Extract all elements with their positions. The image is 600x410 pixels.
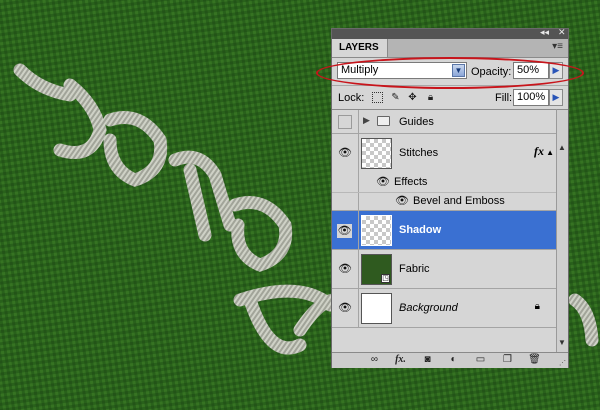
layers-scrollbar[interactable]: ▲ ▼: [556, 109, 568, 352]
row-separator: [358, 211, 359, 249]
layer-thumbnail: ◳: [361, 254, 392, 285]
eye-icon[interactable]: 👁︎: [337, 224, 352, 238]
panel-menu-icon[interactable]: ▾≡: [552, 41, 563, 52]
opacity-label: Opacity:: [471, 66, 512, 78]
layers-bottom-toolbar: ∞ fx. ◙ ◐ ▭ ❐ 🗑︎ ⋰: [332, 352, 568, 368]
eye-icon[interactable]: 👁︎: [338, 263, 352, 275]
add-layer-style-fx-icon[interactable]: fx.: [394, 354, 407, 366]
lock-pixels-brush-icon[interactable]: ✎: [390, 92, 401, 103]
layer-name: Fabric: [399, 263, 430, 275]
tab-layers[interactable]: LAYERS: [332, 39, 388, 57]
delete-layer-trash-icon[interactable]: 🗑︎: [528, 354, 541, 366]
row-separator: [358, 173, 359, 192]
layer-row-effects[interactable]: 👁︎ Effects: [332, 173, 556, 192]
blend-mode-select[interactable]: Multiply ▼: [337, 62, 467, 79]
new-group-folder-icon[interactable]: ▭: [474, 354, 487, 366]
layer-row-stitches[interactable]: 👁︎ Stitches fx ▲: [332, 134, 556, 173]
link-layers-icon[interactable]: ∞: [368, 354, 381, 366]
blend-mode-value: Multiply: [341, 64, 379, 76]
fill-slider-arrow-icon[interactable]: ▶: [549, 89, 563, 106]
layer-name: Guides: [399, 116, 434, 128]
eye-icon[interactable]: 👁︎: [338, 147, 352, 159]
row-separator: [358, 110, 359, 133]
blend-row: Multiply ▼ Opacity: 50% ▶: [332, 59, 568, 83]
lock-position-move-icon[interactable]: ✥: [407, 92, 418, 103]
close-icon[interactable]: ✕: [558, 28, 566, 38]
layer-name: Background: [399, 302, 458, 314]
layers-list: ▶ Guides 👁︎ Stitches fx ▲ 👁︎ Effects 👁︎ …: [332, 109, 556, 353]
new-layer-icon[interactable]: ❐: [501, 354, 514, 366]
layer-name: Shadow: [399, 224, 442, 236]
row-separator: [358, 250, 359, 288]
fill-input[interactable]: 100%: [513, 89, 549, 106]
effects-collapse-arrow-icon[interactable]: ▲: [546, 148, 554, 157]
resize-grip-icon[interactable]: ⋰: [559, 359, 566, 367]
chevron-down-icon[interactable]: ▼: [452, 64, 465, 77]
lock-label: Lock:: [338, 92, 365, 104]
layer-row-bevel-emboss[interactable]: 👁︎ Bevel and Emboss: [332, 192, 556, 211]
layer-thumbnail: [361, 138, 392, 169]
scroll-down-arrow-icon[interactable]: ▼: [558, 338, 566, 347]
eye-icon[interactable]: 👁︎: [395, 195, 409, 207]
layer-row-background[interactable]: 👁︎ Background 🔒︎: [332, 289, 556, 328]
layers-panel: ◂◂ ✕ LAYERS ▾≡ Multiply ▼ Opacity: 50% ▶…: [331, 28, 569, 368]
lock-transparency-icon[interactable]: [372, 92, 383, 103]
lock-icon: 🔒︎: [534, 301, 540, 312]
layer-thumbnail: [361, 215, 392, 246]
eye-icon[interactable]: 👁︎: [338, 302, 352, 314]
add-mask-icon[interactable]: ◙: [421, 354, 434, 366]
panel-titlebar[interactable]: ◂◂ ✕: [332, 28, 568, 39]
layer-thumbnail: [361, 293, 392, 324]
row-separator: [358, 134, 359, 173]
expand-arrow-icon[interactable]: ▶: [363, 115, 370, 126]
adjustment-layer-icon[interactable]: ◐: [447, 354, 460, 366]
smart-object-icon: ◳: [381, 274, 390, 283]
layer-row-fabric[interactable]: 👁︎ ◳ Fabric: [332, 250, 556, 289]
layer-row-shadow[interactable]: 👁︎ Shadow: [332, 211, 556, 250]
scroll-up-arrow-icon[interactable]: ▲: [558, 143, 566, 152]
row-separator: [358, 289, 359, 327]
lock-row: Lock: ✎ ✥ 🔒︎ Fill: 100% ▶: [332, 85, 568, 110]
eye-icon[interactable]: 👁︎: [376, 176, 390, 188]
panel-tab-row: LAYERS ▾≡: [332, 39, 568, 58]
opacity-slider-arrow-icon[interactable]: ▶: [549, 62, 563, 79]
effect-name: Bevel and Emboss: [413, 195, 505, 207]
row-separator: [358, 193, 359, 210]
lock-all-icon[interactable]: 🔒︎: [425, 92, 436, 103]
folder-icon: [377, 116, 390, 126]
opacity-input[interactable]: 50%: [513, 62, 549, 79]
layer-name: Stitches: [399, 147, 439, 159]
visibility-toggle-empty[interactable]: [338, 115, 352, 129]
collapse-icon[interactable]: ◂◂: [540, 28, 549, 38]
fx-icon[interactable]: fx: [534, 144, 544, 159]
fill-label: Fill:: [495, 92, 513, 104]
layer-row-guides[interactable]: ▶ Guides: [332, 110, 556, 134]
effects-label: Effects: [394, 176, 428, 188]
